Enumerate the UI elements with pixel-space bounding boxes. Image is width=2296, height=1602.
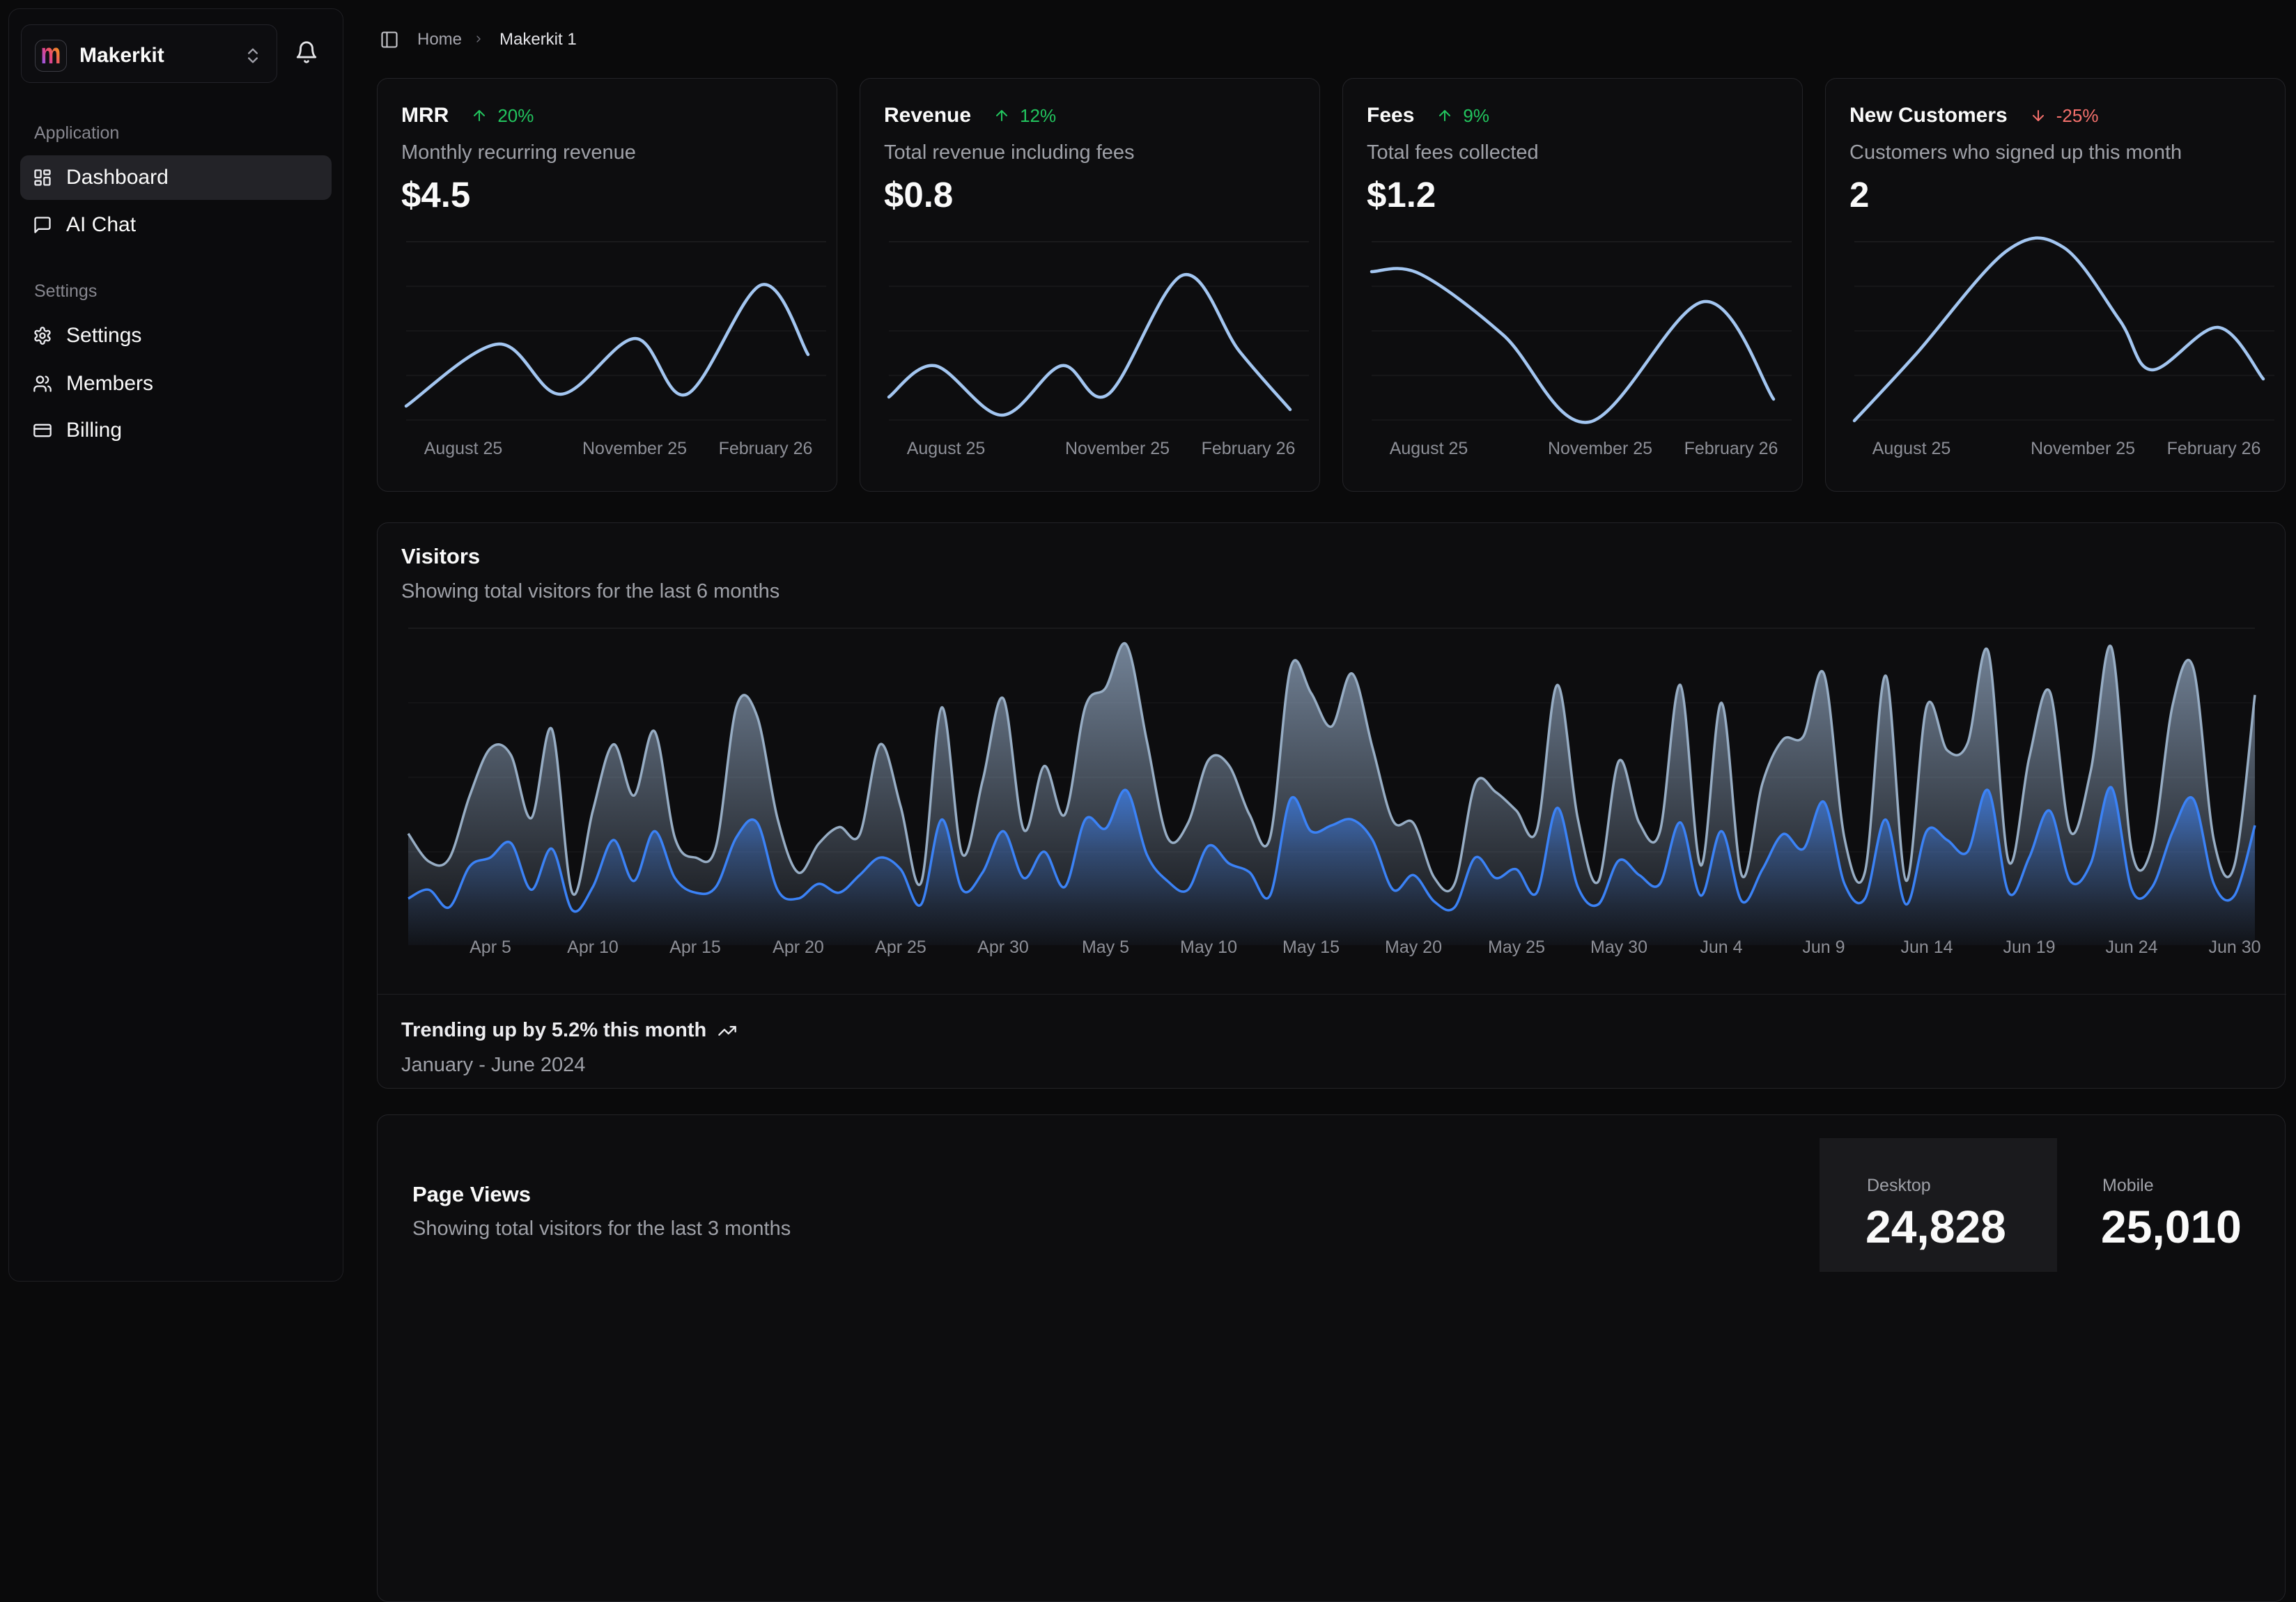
svg-text:m: m [40,40,61,70]
